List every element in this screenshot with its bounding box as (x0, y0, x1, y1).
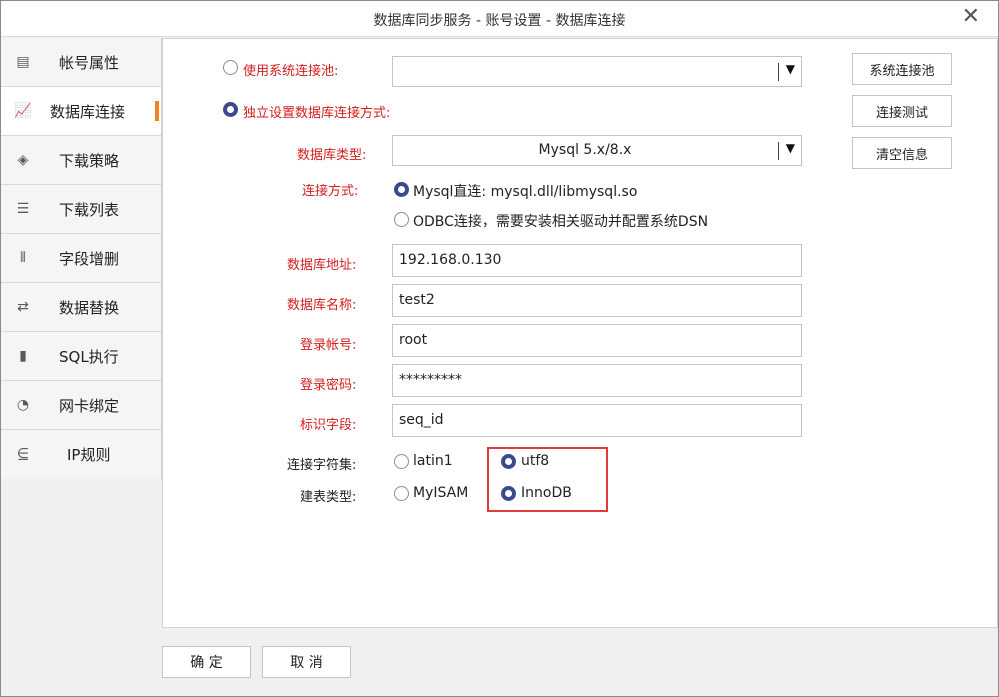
db-type-select[interactable]: Mysql 5.x/8.x ▼ (392, 135, 802, 166)
sidebar-item-data-replace[interactable]: ⇄ 数据替换 (1, 283, 161, 332)
chevron-down-icon: ▼ (785, 141, 795, 155)
field-columns-icon: ⦀ (19, 250, 27, 266)
conn-mysql-radio[interactable] (394, 182, 409, 197)
connection-test-button[interactable]: 连接测试 (852, 95, 952, 127)
sidebar-item-label: 下载列表 (59, 201, 120, 219)
sidebar-item-label: IP规则 (67, 446, 111, 464)
sidebar-item-label: SQL执行 (59, 348, 119, 366)
sidebar-item-label: 帐号属性 (59, 54, 120, 72)
pie-chart-icon: ◔ (16, 397, 30, 413)
replace-icon: ⇄ (17, 299, 29, 315)
sidebar-item-label: 网卡绑定 (59, 397, 120, 415)
db-type-value: Mysql 5.x/8.x (538, 142, 632, 158)
conn-mysql-label: Mysql直连: mysql.dll/libmysql.so (413, 184, 638, 200)
db-name-input[interactable]: test2 (392, 284, 802, 317)
login-account-input[interactable]: root (392, 324, 802, 357)
cancel-button[interactable]: 取 消 (262, 646, 351, 678)
bar-chart-icon: ▮ (19, 348, 27, 364)
clear-info-button[interactable]: 清空信息 (852, 137, 952, 169)
login-password-input[interactable]: ********* (392, 364, 802, 397)
charset-latin1-radio[interactable] (394, 454, 409, 469)
use-pool-label: 使用系统连接池: (243, 64, 339, 79)
sidebar-item-label: 字段增删 (59, 250, 120, 268)
chevron-down-icon: ▼ (785, 62, 795, 76)
database-chart-icon: 📈 (14, 103, 32, 119)
ip-rule-icon: ⋸ (16, 446, 30, 462)
combo-separator (778, 63, 779, 81)
sidebar-item-download-strategy[interactable]: ◈ 下载策略 (1, 136, 161, 185)
sidebar-item-label: 数据替换 (59, 299, 120, 317)
db-name-label: 数据库名称: (287, 298, 357, 313)
table-myisam-radio[interactable] (394, 486, 409, 501)
sidebar-item-download-list[interactable]: ☰ 下载列表 (1, 185, 161, 234)
conn-odbc-label: ODBC连接，需要安装相关驱动并配置系统DSN (413, 214, 709, 230)
window-title: 数据库同步服务 - 账号设置 - 数据库连接 (373, 13, 626, 29)
dialog-window: 数据库同步服务 - 账号设置 - 数据库连接 ✕ ▤ 帐号属性 📈 数据库连接 … (0, 0, 999, 697)
id-field-label: 标识字段: (300, 418, 357, 433)
sidebar-item-ip-rules[interactable]: ⋸ IP规则 (1, 430, 161, 479)
login-password-label: 登录密码: (300, 378, 357, 393)
charset-label: 连接字符集: (287, 458, 357, 473)
sidebar-item-nic-binding[interactable]: ◔ 网卡绑定 (1, 381, 161, 430)
ok-button[interactable]: 确 定 (162, 646, 251, 678)
db-address-label: 数据库地址: (287, 258, 357, 273)
sidebar-item-database-connection[interactable]: 📈 数据库连接 (1, 87, 161, 136)
sidebar: ▤ 帐号属性 📈 数据库连接 ◈ 下载策略 ☰ 下载列表 ⦀ 字段增删 ⇄ 数据… (1, 38, 162, 479)
close-icon[interactable]: ✕ (962, 5, 980, 29)
login-account-label: 登录帐号: (300, 338, 357, 353)
independent-radio[interactable] (223, 102, 238, 117)
list-icon: ☰ (16, 201, 30, 217)
sidebar-item-label: 数据库连接 (50, 103, 126, 121)
id-field-input[interactable]: seq_id (392, 404, 802, 437)
pool-select[interactable]: ▼ (392, 56, 802, 87)
active-indicator (155, 101, 159, 121)
sidebar-item-account-properties[interactable]: ▤ 帐号属性 (1, 38, 161, 87)
combo-separator (778, 142, 779, 160)
sidebar-item-field-edit[interactable]: ⦀ 字段增删 (1, 234, 161, 283)
independent-label: 独立设置数据库连接方式: (243, 106, 391, 121)
highlight-annotation (487, 447, 608, 512)
table-myisam-label: MyISAM (413, 485, 469, 501)
sidebar-item-sql-exec[interactable]: ▮ SQL执行 (1, 332, 161, 381)
charset-latin1-label: latin1 (413, 453, 453, 469)
db-type-label: 数据库类型: (297, 148, 367, 163)
title-bar: 数据库同步服务 - 账号设置 - 数据库连接 ✕ (1, 1, 998, 37)
db-address-input[interactable]: 192.168.0.130 (392, 244, 802, 277)
sidebar-item-label: 下载策略 (59, 152, 120, 170)
account-card-icon: ▤ (16, 54, 30, 70)
conn-odbc-radio[interactable] (394, 212, 409, 227)
diamond-icon: ◈ (17, 152, 29, 168)
use-pool-radio[interactable] (223, 60, 238, 75)
system-pool-button[interactable]: 系统连接池 (852, 53, 952, 85)
table-type-label: 建表类型: (300, 490, 357, 505)
conn-method-label: 连接方式: (302, 184, 359, 199)
